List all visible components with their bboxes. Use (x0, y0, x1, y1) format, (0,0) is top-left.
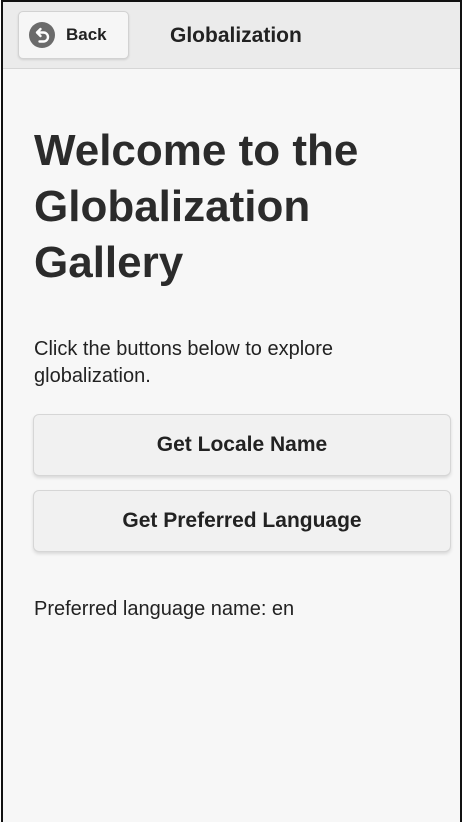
page-title: Globalization (170, 24, 302, 47)
back-arrow-circle-icon (28, 21, 56, 49)
intro-text: Click the buttons below to explore globa… (34, 338, 334, 387)
back-button-label: Back (66, 25, 107, 44)
get-locale-name-button[interactable]: Get Locale Name (33, 414, 451, 476)
welcome-heading: Welcome to the Globalization Gallery (34, 126, 359, 287)
app-frame: Back Globalization Welcome to the Global… (1, 0, 462, 822)
back-button[interactable]: Back (18, 11, 129, 59)
get-preferred-language-button[interactable]: Get Preferred Language (33, 490, 451, 552)
preferred-language-result: Preferred language name: en (34, 598, 295, 620)
header-bar: Back Globalization (3, 2, 460, 69)
